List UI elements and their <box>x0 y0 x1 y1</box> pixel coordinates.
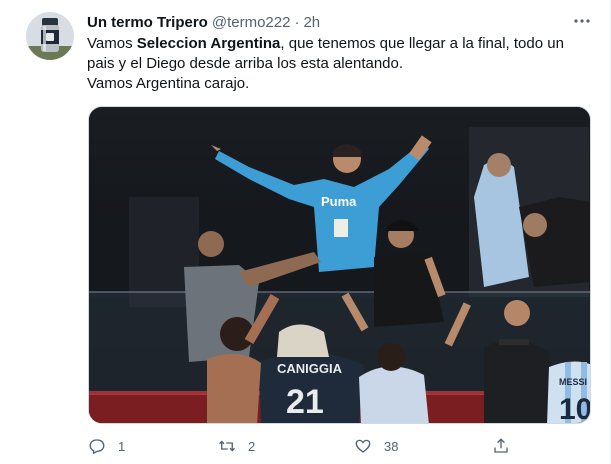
retweet-count: 2 <box>248 438 256 454</box>
tweet-actions: 1 2 38 <box>88 434 528 458</box>
reply-icon <box>89 439 105 455</box>
shirt-logo-text: Puma <box>321 194 357 209</box>
thermos-avatar-image <box>26 12 74 60</box>
like-icon <box>355 439 371 453</box>
tweet-text-part: Vamos <box>87 35 137 52</box>
display-name[interactable]: Un termo Tripero <box>87 14 208 31</box>
retweet-icon <box>219 440 235 452</box>
avatar[interactable] <box>26 12 74 60</box>
stadium-crowd-photo: Puma CANIGGIA 21 MESSI 10 <box>89 107 591 424</box>
retweet-button[interactable]: 2 <box>218 434 255 458</box>
tweet-photo[interactable]: Puma CANIGGIA 21 MESSI 10 <box>88 106 591 424</box>
tweet-text-part: , que tenemos que llegar a la final, tod… <box>280 35 564 52</box>
jersey2-name-text: MESSI <box>559 377 587 387</box>
jersey2-number-text: 10 <box>559 393 591 424</box>
tweet-text: Vamos Seleccion Argentina, que tenemos q… <box>87 34 587 94</box>
share-icon <box>494 438 508 453</box>
separator-dot: · <box>294 13 300 31</box>
reply-button[interactable]: 1 <box>88 434 125 458</box>
tweet-text-line-2: pais y el Diego desde arriba los esta al… <box>87 55 404 72</box>
jersey-number-text: 21 <box>286 383 324 421</box>
reply-count: 1 <box>118 438 126 454</box>
jersey-name-text: CANIGGIA <box>277 361 343 376</box>
like-count: 38 <box>384 438 399 454</box>
tweet-card[interactable]: Un termo Tripero @termo222 · 2h Vamos Se… <box>0 0 611 464</box>
tweet-timestamp[interactable]: 2h <box>303 14 320 31</box>
more-icon <box>574 19 590 23</box>
more-options-button[interactable] <box>571 10 593 32</box>
user-handle[interactable]: @termo222 <box>212 14 291 31</box>
tweet-text-line-3: Vamos Argentina carajo. <box>87 75 250 92</box>
tweet-text-line-1: Vamos Seleccion Argentina, que tenemos q… <box>87 34 587 54</box>
tweet-header: Un termo Tripero @termo222 · 2h <box>87 12 320 32</box>
like-button[interactable]: 38 <box>354 434 398 458</box>
share-button[interactable] <box>492 434 510 458</box>
tweet-text-bold: Seleccion Argentina <box>136 35 281 52</box>
